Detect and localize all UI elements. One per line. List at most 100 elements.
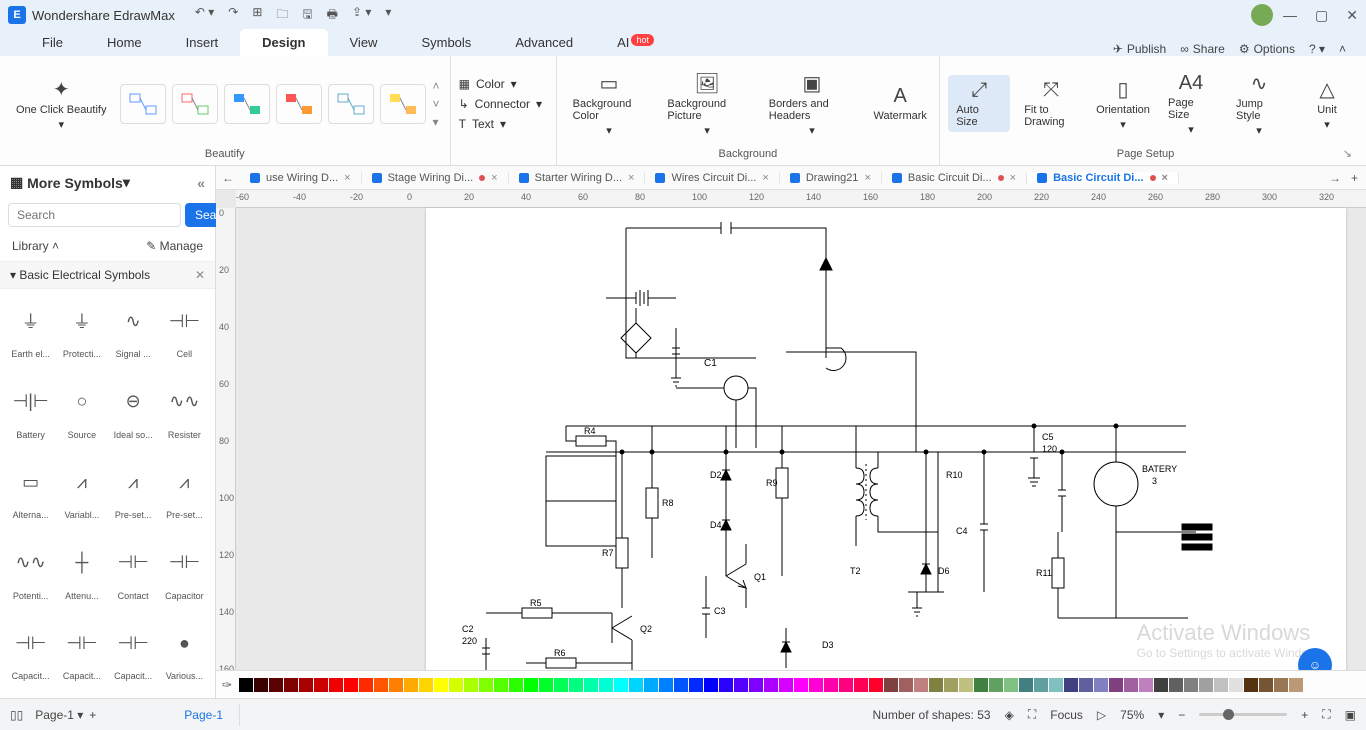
color-swatch[interactable] [1169,678,1183,692]
more-qat-icon[interactable]: ▾ [385,5,391,26]
menu-view[interactable]: View [328,29,400,56]
tab-close-icon[interactable]: × [762,172,768,184]
section-close-icon[interactable]: ✕ [195,268,205,282]
library-toggle[interactable]: Library ˄ [12,239,59,253]
color-swatch[interactable] [404,678,418,692]
pagesetup-launcher-icon[interactable]: ↘ [1343,147,1352,161]
color-swatch[interactable] [614,678,628,692]
symbol-item[interactable]: ○Source [57,374,106,440]
zoom-slider[interactable] [1199,713,1287,716]
orientation-button[interactable]: ▯Orientation▾ [1092,73,1154,135]
theme-scroll-up-icon[interactable]: ˄ [432,79,439,93]
color-swatch[interactable] [374,678,388,692]
color-swatch[interactable] [899,678,913,692]
color-swatch[interactable] [884,678,898,692]
watermark-button[interactable]: AWatermark [869,81,931,126]
new-icon[interactable]: ⊞ [252,5,262,26]
collapse-ribbon-icon[interactable]: ˄ [1339,42,1346,56]
add-page-icon[interactable]: + [89,708,96,722]
tab-scroll-left-icon[interactable]: ← [216,171,240,185]
share-button[interactable]: ∞ Share [1180,42,1225,56]
color-swatch[interactable] [809,678,823,692]
symbol-item[interactable]: ⩘Pre-set... [109,454,158,520]
new-tab-icon[interactable]: + [1351,171,1358,185]
color-swatch[interactable] [704,678,718,692]
color-swatch[interactable] [1109,678,1123,692]
document-tab[interactable]: Drawing21× [780,172,882,184]
document-tab[interactable]: Starter Wiring D...× [509,172,646,184]
symbol-item[interactable]: ∿∿Resister [160,374,209,440]
color-swatch[interactable] [659,678,673,692]
document-tab[interactable]: use Wiring D...× [240,172,362,184]
color-swatch[interactable] [734,678,748,692]
auto-size-button[interactable]: ⤢Auto Size [948,75,1010,132]
zoom-out-icon[interactable]: − [1178,708,1185,722]
color-swatch[interactable] [299,678,313,692]
jump-style-button[interactable]: ∿Jump Style▾ [1228,67,1290,141]
color-swatch[interactable] [494,678,508,692]
color-swatch[interactable] [269,678,283,692]
undo-icon[interactable]: ↶ ▾ [195,5,214,26]
page-select[interactable]: Page-1 ▾ [35,708,83,722]
color-swatch[interactable] [1154,678,1168,692]
focus-label[interactable]: Focus [1050,708,1083,722]
color-swatch[interactable] [1064,678,1078,692]
color-swatch[interactable] [1184,678,1198,692]
active-page-tab[interactable]: Page-1 [168,704,240,726]
fit-page-icon[interactable]: ⛶ [1322,707,1330,722]
color-swatch[interactable] [929,678,943,692]
menu-design[interactable]: Design [240,29,327,56]
color-swatch[interactable] [554,678,568,692]
fullscreen-icon[interactable]: ▣ [1345,708,1356,722]
color-swatch[interactable] [689,678,703,692]
symbol-item[interactable]: ⊣⊢Capacitor [160,535,209,601]
options-button[interactable]: ⚙ Options [1239,42,1295,56]
theme-5[interactable] [328,84,374,124]
color-swatch[interactable] [1259,678,1273,692]
eyedropper-icon[interactable]: ✑ [222,678,232,692]
color-swatch[interactable] [1139,678,1153,692]
document-tab[interactable]: Basic Circuit Di...× [1027,172,1179,184]
color-swatch[interactable] [1214,678,1228,692]
theme-more-icon[interactable]: ▾ [432,115,439,129]
color-swatch[interactable] [1244,678,1258,692]
color-swatch[interactable] [824,678,838,692]
symbol-item[interactable]: ⊣⊢Contact [109,535,158,601]
document-tab[interactable]: Wires Circuit Di...× [645,172,779,184]
tab-close-icon[interactable]: × [344,172,350,184]
save-icon[interactable]: 🖫 [302,5,312,26]
color-swatch[interactable] [914,678,928,692]
color-swatch[interactable] [644,678,658,692]
color-swatch[interactable] [764,678,778,692]
close-icon[interactable]: ✕ [1346,7,1358,24]
color-swatch[interactable] [314,678,328,692]
collapse-panel-icon[interactable]: « [197,175,205,191]
color-swatch[interactable] [1124,678,1138,692]
symbol-item[interactable]: ⩘Pre-set... [160,454,209,520]
tab-close-icon[interactable]: × [1010,172,1016,184]
color-swatch[interactable] [449,678,463,692]
symbol-item[interactable]: ┼Attenu... [57,535,106,601]
page-size-button[interactable]: A4Page Size▾ [1160,68,1222,140]
user-avatar[interactable] [1251,4,1273,26]
color-swatch[interactable] [959,678,973,692]
menu-insert[interactable]: Insert [164,29,241,56]
fit-drawing-button[interactable]: ⤧Fit to Drawing [1016,75,1086,132]
one-click-beautify-button[interactable]: ✦ One Click Beautify▾ [8,73,114,135]
export-icon[interactable]: ⇪ ▾ [352,5,371,26]
document-tab[interactable]: Stage Wiring Di...× [362,172,509,184]
minimize-icon[interactable]: — [1283,7,1297,24]
color-swatch[interactable] [509,678,523,692]
document-tab[interactable]: Basic Circuit Di...× [882,172,1027,184]
symbol-item[interactable]: ●Various... [160,615,209,681]
color-swatch[interactable] [1019,678,1033,692]
color-swatch[interactable] [479,678,493,692]
theme-6[interactable] [380,84,426,124]
symbol-item[interactable]: ⏚Protecti... [57,293,106,359]
symbol-item[interactable]: ⩘Variabl... [57,454,106,520]
color-swatch[interactable] [794,678,808,692]
symbol-item[interactable]: ⊖Ideal so... [109,374,158,440]
color-swatch[interactable] [1199,678,1213,692]
color-swatch[interactable] [584,678,598,692]
zoom-level[interactable]: 75% [1120,708,1144,722]
